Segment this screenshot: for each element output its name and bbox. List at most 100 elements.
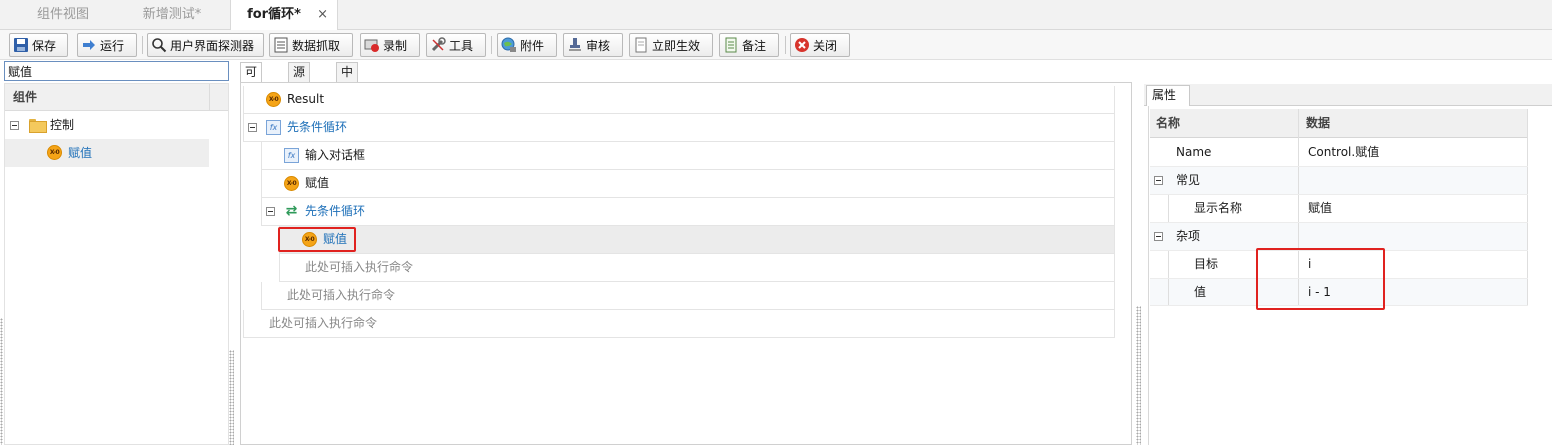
collapse-icon[interactable]	[1154, 232, 1163, 241]
property-label: 目标	[1194, 257, 1219, 271]
review-button[interactable]: 审核	[563, 33, 623, 57]
ui-probe-label: 用户界面探测器	[170, 38, 255, 53]
run-button[interactable]: 运行	[77, 33, 137, 57]
note-button[interactable]: 备注	[719, 33, 779, 57]
doc-tab-label: for循环*	[247, 7, 301, 22]
document-icon	[633, 37, 649, 53]
wrench-icon	[430, 37, 446, 53]
flow-row-insert-root[interactable]: 此处可插入执行命令	[243, 310, 1115, 338]
tree-item-assign[interactable]: X-0 赋值	[5, 139, 209, 167]
collapse-icon[interactable]	[10, 121, 19, 130]
grid-row-line	[1150, 222, 1528, 223]
folder-icon	[29, 119, 47, 133]
tree-item-label: 控制	[50, 118, 75, 132]
insert-placeholder: 此处可插入执行命令	[305, 260, 414, 274]
tab-visual[interactable]: 可视化	[240, 62, 263, 115]
property-row-display-name[interactable]: 显示名称 赋值	[1150, 194, 1528, 222]
assign-icon: X-0	[266, 92, 281, 107]
collapse-icon[interactable]	[266, 207, 275, 216]
header-divider	[209, 84, 210, 111]
close-circle-icon	[794, 37, 810, 53]
insert-placeholder: 此处可插入执行命令	[269, 316, 378, 330]
category-label: 杂项	[1176, 229, 1201, 243]
toolbar-separator	[785, 36, 786, 54]
doc-tab-for-loop[interactable]: for循环* ×	[230, 0, 338, 31]
flow-row-insert-outer[interactable]: 此处可插入执行命令	[261, 282, 1115, 310]
dialog-icon: fx	[284, 148, 299, 163]
toolbar-separator	[142, 36, 143, 54]
col-name-header: 名称	[1156, 116, 1181, 130]
collapse-icon[interactable]	[1154, 176, 1163, 185]
insert-placeholder: 此处可插入执行命令	[287, 288, 396, 302]
assign-icon: X-0	[47, 145, 62, 160]
ui-probe-button[interactable]: 用户界面探测器	[147, 33, 264, 57]
apply-now-button[interactable]: 立即生效	[629, 33, 713, 57]
save-button[interactable]: 保存	[9, 33, 68, 57]
property-category-common[interactable]: 常见	[1150, 166, 1528, 194]
property-row-name[interactable]: Name Control.赋值	[1150, 138, 1528, 166]
close-label: 关闭	[813, 38, 838, 53]
run-arrows-icon	[81, 37, 97, 53]
doc-tab-label: 组件视图	[36, 7, 89, 22]
close-tab-icon[interactable]: ×	[317, 0, 328, 30]
tab-chinese-format[interactable]: 中文格式	[336, 62, 359, 133]
tab-source-code[interactable]: 源代码	[288, 62, 311, 115]
apply-now-label: 立即生效	[652, 38, 701, 53]
right-splitter-handle[interactable]	[1136, 306, 1141, 445]
highlight-box-target-value	[1256, 248, 1385, 310]
tree-item-label: 赋值	[68, 146, 93, 160]
doc-tab-component-view[interactable]: 组件视图	[18, 0, 108, 30]
grid-right-border	[1527, 109, 1528, 306]
record-button[interactable]: 录制	[360, 33, 420, 57]
flow-row-label: Result	[287, 92, 325, 106]
flow-row-result[interactable]: X-0 Result	[243, 86, 1115, 114]
grid-row-line	[1150, 194, 1528, 195]
flow-row-outer-loop[interactable]: fx 先条件循环	[243, 114, 1115, 142]
property-category-misc[interactable]: 杂项	[1150, 222, 1528, 250]
note-label: 备注	[742, 38, 767, 53]
data-capture-label: 数据抓取	[292, 38, 341, 53]
stamp-icon	[567, 37, 583, 53]
close-button[interactable]: 关闭	[790, 33, 850, 57]
record-icon	[364, 37, 380, 53]
attachment-label: 附件	[520, 38, 545, 53]
data-capture-button[interactable]: 数据抓取	[269, 33, 353, 57]
document-tab-bar: 组件视图 新增测试* for循环* ×	[0, 0, 1552, 31]
record-label: 录制	[383, 38, 408, 53]
flow-row-insert-inner[interactable]: 此处可插入执行命令	[279, 254, 1115, 282]
property-label: 值	[1194, 285, 1207, 299]
flow-row-label: 赋值	[305, 176, 330, 190]
property-value[interactable]: 赋值	[1308, 194, 1332, 222]
property-grid-header: 名称 数据	[1150, 109, 1528, 138]
edge-splitter-handle[interactable]	[0, 318, 3, 445]
tools-button[interactable]: 工具	[426, 33, 486, 57]
property-tab-strip	[1144, 84, 1552, 106]
doc-tab-new-test[interactable]: 新增测试*	[124, 0, 220, 30]
grid-indent-line	[1168, 194, 1169, 222]
flow-row-assign-selected[interactable]: X-0 赋值	[279, 226, 1115, 254]
tree-header-label: 组件	[13, 90, 38, 104]
tree-header: 组件	[5, 84, 228, 111]
tree-item-control[interactable]: 控制	[5, 111, 209, 139]
property-value[interactable]: Control.赋值	[1308, 138, 1379, 166]
flow-row-input-dialog[interactable]: fx 输入对话框	[261, 142, 1115, 170]
highlight-box-assign	[278, 227, 356, 252]
assign-icon: X-0	[284, 176, 299, 191]
tab-properties-label: 属性	[1152, 88, 1177, 102]
property-label: 显示名称	[1194, 201, 1243, 215]
col-data-header: 数据	[1306, 116, 1331, 130]
table-sheet-icon	[273, 37, 289, 53]
flow-row-label: 先条件循环	[287, 120, 348, 134]
left-splitter-handle[interactable]	[229, 350, 234, 445]
category-label: 常见	[1176, 173, 1201, 187]
flow-row-inner-loop[interactable]: ⇄ 先条件循环	[261, 198, 1115, 226]
tab-properties[interactable]: 属性	[1146, 85, 1190, 106]
component-search-input[interactable]	[4, 61, 229, 81]
doc-tab-label: 新增测试*	[142, 7, 202, 22]
flow-row-label: 输入对话框	[305, 148, 366, 162]
attachment-button[interactable]: 附件	[497, 33, 557, 57]
flow-row-assign[interactable]: X-0 赋值	[261, 170, 1115, 198]
globe-attachment-icon	[501, 37, 517, 53]
grid-row-line	[1150, 166, 1528, 167]
collapse-icon[interactable]	[248, 123, 257, 132]
